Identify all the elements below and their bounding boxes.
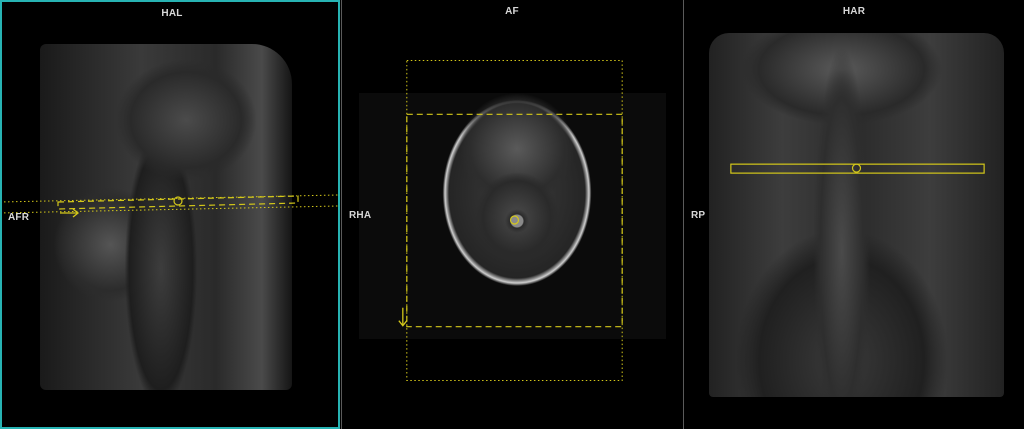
coronal-viewport[interactable]: HAR RP: [683, 0, 1024, 429]
slab-inner-box[interactable]: [57, 195, 299, 210]
axial-viewport[interactable]: AF RHA: [341, 0, 682, 429]
sagittal-slice-overlay: [2, 194, 338, 218]
fov-outer-box[interactable]: [406, 59, 623, 382]
sagittal-viewport[interactable]: HAL AFR: [0, 0, 340, 429]
slab-outer-top-line[interactable]: [2, 194, 338, 203]
fov-center-handle[interactable]: [509, 215, 520, 225]
fov-inner-box[interactable]: [406, 113, 623, 328]
slab-center-handle[interactable]: [173, 196, 183, 206]
coronal-slice-overlay: [730, 163, 985, 174]
slab-outer-bottom-line[interactable]: [2, 205, 338, 214]
axial-fov-overlay: [398, 59, 623, 382]
slab-center-handle[interactable]: [851, 163, 862, 173]
